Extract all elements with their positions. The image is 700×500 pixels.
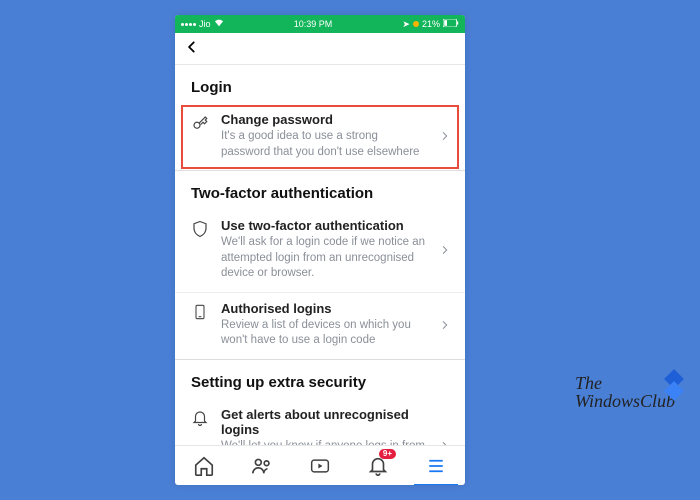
row-authorised-logins[interactable]: Authorised logins Review a list of devic… xyxy=(175,293,465,360)
row-title: Authorised logins xyxy=(221,301,425,316)
watermark-line1: The xyxy=(575,374,675,392)
section-heading-login: Login xyxy=(175,65,465,104)
row-use-2fa[interactable]: Use two-factor authentication We'll ask … xyxy=(175,210,465,293)
tab-menu[interactable] xyxy=(420,450,452,482)
wifi-icon xyxy=(214,19,224,29)
row-title: Change password xyxy=(221,112,425,127)
row-desc: We'll ask for a login code if we notice … xyxy=(221,235,425,282)
back-button[interactable] xyxy=(185,38,199,59)
battery-label: 21% xyxy=(422,19,440,29)
notification-badge: 9+ xyxy=(379,449,396,459)
tab-notifications[interactable]: 9+ xyxy=(362,450,394,482)
tab-friends[interactable] xyxy=(246,450,278,482)
chevron-right-icon xyxy=(435,243,455,257)
phone-frame: Jio 10:39 PM ➤ 21% Login Chan xyxy=(175,15,465,485)
bottom-nav: 9+ xyxy=(175,445,465,485)
bell-icon xyxy=(189,407,211,427)
chevron-right-icon xyxy=(435,439,455,445)
row-desc: We'll let you know if anyone logs in fro… xyxy=(221,439,425,445)
row-title: Use two-factor authentication xyxy=(221,218,425,233)
watermark-line2: WindowsClub xyxy=(575,392,675,410)
row-title: Get alerts about unrecognised logins xyxy=(221,407,425,437)
carrier-label: Jio xyxy=(199,19,211,29)
signal-icon xyxy=(181,23,196,26)
header-bar xyxy=(175,33,465,65)
tab-watch[interactable] xyxy=(304,450,336,482)
chevron-right-icon xyxy=(435,318,455,332)
shield-icon xyxy=(189,218,211,238)
tab-home[interactable] xyxy=(188,450,220,482)
battery-icon xyxy=(443,19,459,29)
phone-icon xyxy=(189,301,211,321)
section-heading-2fa: Two-factor authentication xyxy=(175,171,465,210)
location-icon: ➤ xyxy=(402,19,410,30)
row-change-password[interactable]: Change password It's a good idea to use … xyxy=(175,104,465,171)
settings-scroll[interactable]: Login Change password It's a good idea t… xyxy=(175,65,465,445)
section-heading-extra: Setting up extra security xyxy=(175,360,465,399)
row-desc: It's a good idea to use a strong passwor… xyxy=(221,129,425,160)
watermark: The WindowsClub xyxy=(575,374,675,410)
dot-icon xyxy=(413,21,419,27)
statusbar-time: 10:39 PM xyxy=(294,19,333,29)
chevron-right-icon xyxy=(435,129,455,143)
status-bar: Jio 10:39 PM ➤ 21% xyxy=(175,15,465,33)
row-get-alerts[interactable]: Get alerts about unrecognised logins We'… xyxy=(175,399,465,445)
key-icon xyxy=(189,112,211,132)
row-desc: Review a list of devices on which you wo… xyxy=(221,318,425,349)
